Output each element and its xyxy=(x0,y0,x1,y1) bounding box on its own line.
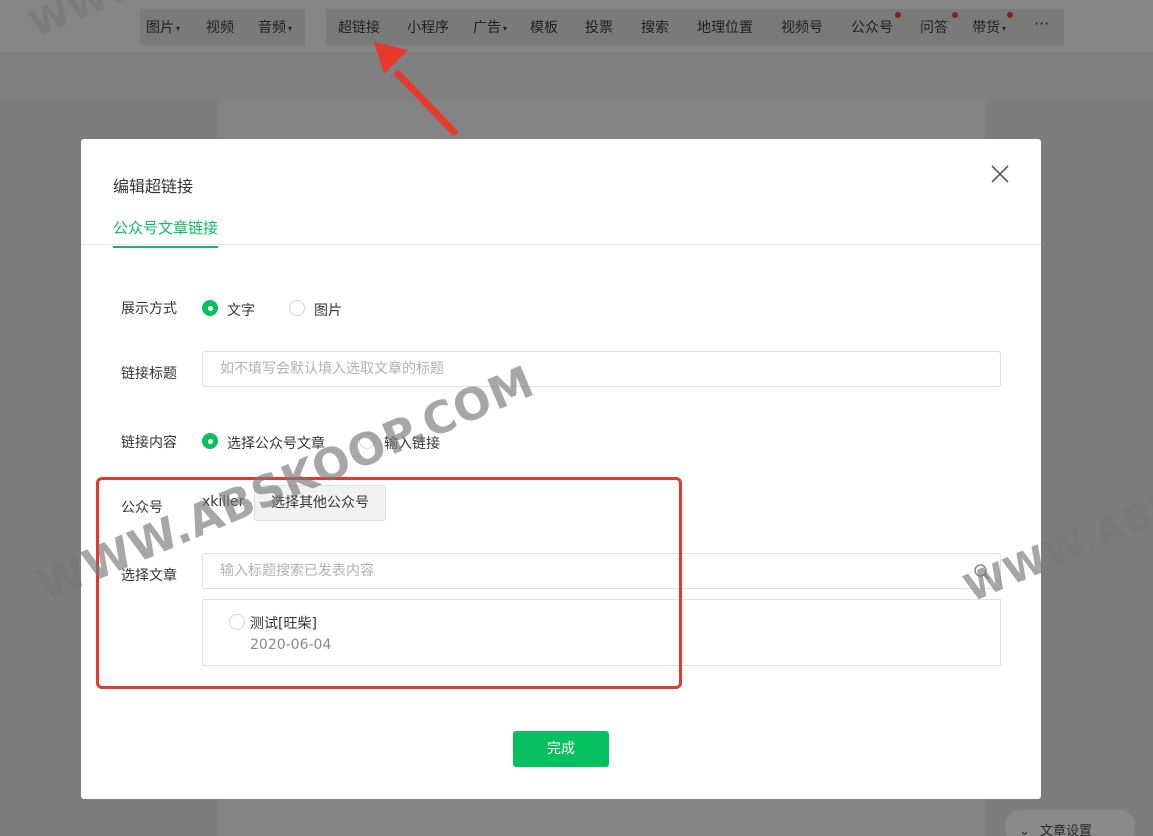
menu-item-vote[interactable]: 投票 xyxy=(585,17,613,37)
link-content-article-radio[interactable] xyxy=(202,433,218,449)
new-badge-dot xyxy=(1007,12,1013,18)
chevron-down-icon: ▾ xyxy=(503,23,508,33)
menu-item-location[interactable]: 地理位置 xyxy=(697,17,753,37)
new-badge-dot xyxy=(952,12,958,18)
display-mode-text-radio[interactable] xyxy=(202,300,218,316)
display-mode-image-label[interactable]: 图片 xyxy=(314,300,342,320)
menu-item-audio[interactable]: 音频 ▾ xyxy=(258,17,292,37)
format-toolbar: ↶ ↷ 17px ▾ B I U S A ▾ ab ▾ ▾ ▾ ▾ ▾ ▾ ▾ … xyxy=(0,52,1153,138)
chevron-down-icon: ⌄ xyxy=(1019,824,1030,836)
done-button[interactable]: 完成 xyxy=(513,731,609,767)
editor-insert-menu: 图片 ▾ 视频 音频 ▾ 超链接 小程序 广告 ▾ 模板 投票 搜索 地理位置 视频号… xyxy=(0,0,1153,52)
menu-item-label: 音频 xyxy=(258,20,286,36)
edit-hyperlink-dialog: 编辑超链接 公众号文章链接 展示方式 文字 图片 链接标题 链接内容 选择公众号… xyxy=(81,139,1041,799)
menu-item-template[interactable]: 模板 xyxy=(530,17,558,37)
link-title-label: 链接标题 xyxy=(121,366,177,382)
menu-item-ad[interactable]: 广告 ▾ xyxy=(473,17,507,37)
annotation-arrow-icon xyxy=(374,42,458,136)
link-title-input[interactable] xyxy=(202,351,1001,387)
link-content-label: 链接内容 xyxy=(121,435,177,451)
chevron-down-icon: ▾ xyxy=(176,23,181,33)
display-mode-image-radio[interactable] xyxy=(289,300,305,316)
menu-item-shopping[interactable]: 带货 ▾ xyxy=(972,17,1006,37)
menu-item-label: 带货 xyxy=(972,20,1000,36)
menu-item-image[interactable]: 图片 ▾ xyxy=(146,17,180,37)
menu-item-channels[interactable]: 视频号 xyxy=(781,17,823,37)
display-mode-text-label[interactable]: 文字 xyxy=(227,300,255,320)
menu-item-label: 图片 xyxy=(146,20,174,36)
menu-item-label: 广告 xyxy=(473,20,501,36)
menu-item-video[interactable]: 视频 xyxy=(206,17,234,37)
new-badge-dot xyxy=(895,12,901,18)
close-icon[interactable] xyxy=(989,163,1011,185)
more-menu-icon[interactable]: ··· xyxy=(1034,14,1049,33)
article-settings-label: 文章设置 xyxy=(1040,824,1093,836)
article-settings-button[interactable]: ⌄ 文章设置 xyxy=(1005,810,1135,836)
display-mode-label: 展示方式 xyxy=(121,301,177,317)
tab-divider xyxy=(81,244,1041,245)
menu-item-qa[interactable]: 问答 xyxy=(920,17,948,37)
menu-item-official-account[interactable]: 公众号 xyxy=(851,17,893,37)
dialog-title: 编辑超链接 xyxy=(113,177,194,196)
menu-item-search[interactable]: 搜索 xyxy=(641,17,669,37)
chevron-down-icon: ▾ xyxy=(288,23,293,33)
chevron-down-icon: ▾ xyxy=(1002,23,1007,33)
